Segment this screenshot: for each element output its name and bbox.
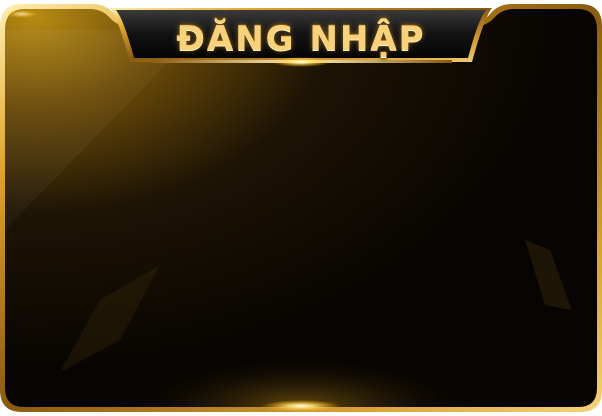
dialog-title: ĐĂNG NHẬP (176, 19, 426, 59)
corner-flare-decor (6, 10, 38, 18)
bottom-flare-decor (261, 400, 341, 412)
login-dialog: ĐĂNG NHẬP (0, 0, 602, 416)
bottom-glow (120, 300, 482, 407)
